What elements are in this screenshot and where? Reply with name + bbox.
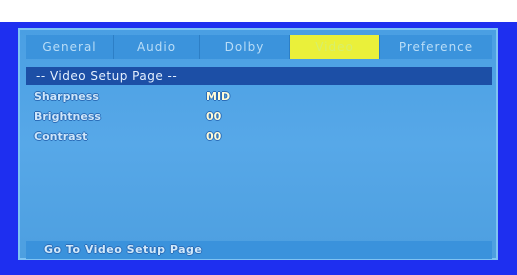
setting-label: Brightness	[34, 110, 101, 123]
top-strip	[0, 0, 517, 22]
setting-row-sharpness[interactable]: Sharpness MID	[34, 89, 474, 105]
tab-preference[interactable]: Preference	[380, 35, 492, 59]
osd-panel: General Audio Dolby Video Preference -- …	[18, 28, 498, 260]
tab-audio[interactable]: Audio	[114, 35, 200, 59]
setting-label: Sharpness	[34, 90, 99, 103]
setting-row-brightness[interactable]: Brightness 00	[34, 109, 474, 125]
setting-row-contrast[interactable]: Contrast 00	[34, 129, 474, 145]
setting-value: 00	[206, 130, 222, 143]
setting-value: MID	[206, 90, 231, 103]
tab-video[interactable]: Video	[290, 35, 380, 59]
page-title: -- Video Setup Page --	[26, 67, 492, 85]
setting-label: Contrast	[34, 130, 88, 143]
setting-value: 00	[206, 110, 222, 123]
tab-dolby[interactable]: Dolby	[200, 35, 290, 59]
tab-general[interactable]: General	[26, 35, 114, 59]
status-bar: Go To Video Setup Page	[26, 241, 492, 259]
tab-bar: General Audio Dolby Video Preference	[26, 35, 492, 59]
